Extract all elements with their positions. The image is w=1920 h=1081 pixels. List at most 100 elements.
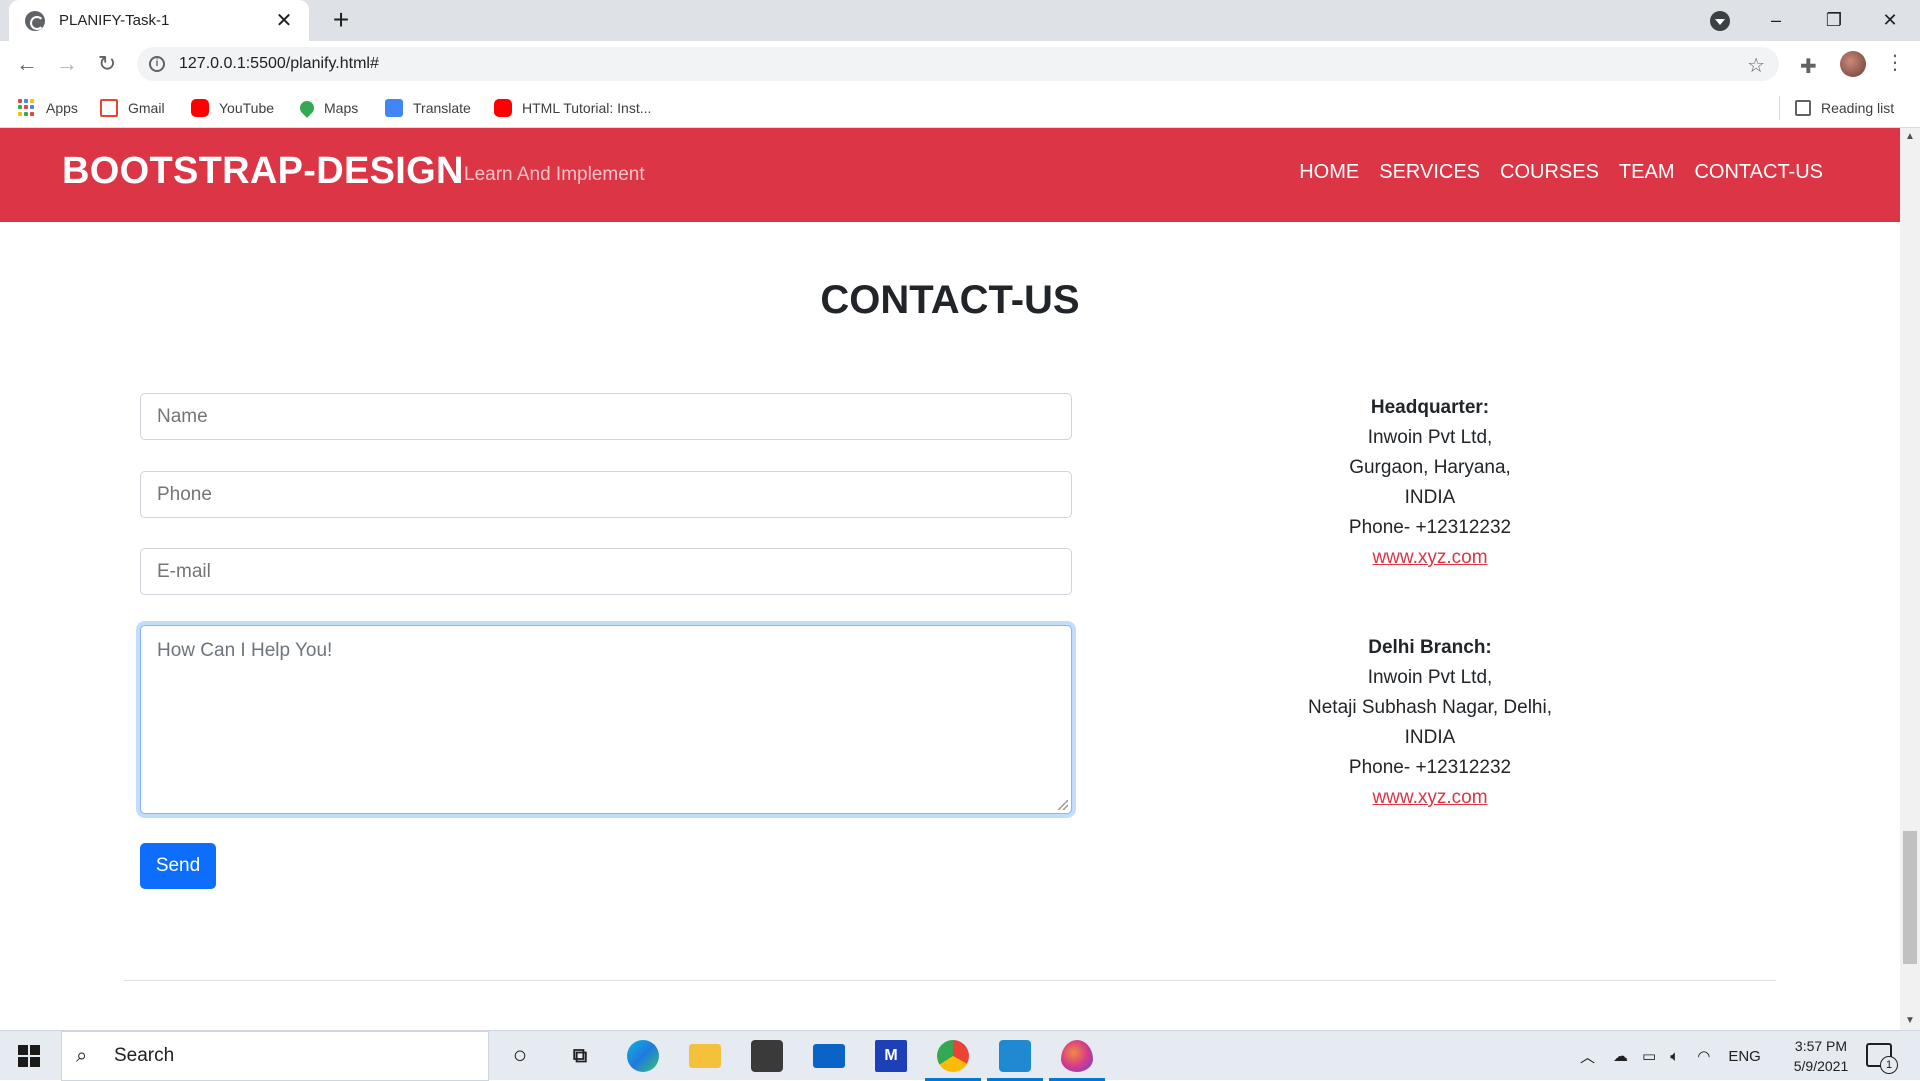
vscode-icon[interactable] — [999, 1040, 1031, 1072]
resize-handle-icon[interactable] — [1058, 800, 1068, 810]
address-line: INDIA — [1404, 487, 1456, 508]
paint-3d-icon[interactable] — [1061, 1040, 1093, 1072]
bookmark-translate[interactable]: Translate — [385, 87, 471, 128]
address-line: INDIA — [1404, 727, 1456, 748]
chrome-icon[interactable] — [937, 1040, 969, 1072]
bookmarks-bar: Apps Gmail YouTube Maps Translate HTML T… — [0, 87, 1920, 128]
browser-tab[interactable]: PLANIFY-Task-1 ✕ — [9, 0, 309, 41]
office-heading: Delhi Branch: — [1368, 637, 1492, 658]
editor-app-icon[interactable]: M — [875, 1040, 907, 1072]
page-scrollbar[interactable]: ▲ ▼ — [1900, 128, 1920, 1030]
bookmark-label: Apps — [46, 99, 78, 116]
section-divider — [124, 980, 1776, 981]
message-placeholder: How Can I Help You! — [157, 640, 333, 661]
mail-icon[interactable] — [813, 1044, 845, 1068]
reading-list-button[interactable]: Reading list — [1795, 87, 1894, 128]
bookmark-label: Translate — [413, 99, 471, 116]
bookmarks-divider — [1779, 96, 1780, 120]
site-brand[interactable]: BOOTSTRAP-DESIGN — [62, 150, 464, 193]
address-line: Inwoin Pvt Ltd, — [1367, 427, 1493, 448]
language-indicator[interactable]: ENG — [1728, 1048, 1761, 1065]
restore-button[interactable]: ❐ — [1806, 0, 1862, 41]
file-explorer-icon[interactable] — [689, 1044, 721, 1068]
translate-icon — [385, 98, 403, 117]
microsoft-store-icon[interactable] — [751, 1040, 783, 1072]
bookmark-label: Maps — [324, 99, 359, 116]
taskbar-search-box[interactable]: ⌕ Search — [61, 1031, 489, 1081]
battery-icon[interactable]: ▭ — [1642, 1047, 1656, 1065]
wifi-icon[interactable]: ◠ — [1697, 1047, 1710, 1065]
new-tab-button[interactable]: + — [324, 4, 358, 38]
back-arrow-icon[interactable]: ← — [10, 47, 44, 81]
nav-link-services[interactable]: SERVICES — [1379, 161, 1480, 184]
section-title: CONTACT-US — [820, 278, 1080, 322]
cortana-icon[interactable]: ○ — [504, 1040, 536, 1072]
tab-strip: PLANIFY-Task-1 ✕ + – ❐ ✕ — [0, 0, 1920, 41]
phone-line: Phone- +12312232 — [1348, 757, 1512, 778]
minimize-button[interactable]: – — [1748, 0, 1804, 41]
office-heading: Headquarter: — [1370, 397, 1490, 418]
bookmark-maps[interactable]: Maps — [297, 87, 359, 128]
extensions-puzzle-icon[interactable]: ✚ — [1800, 54, 1817, 79]
reload-icon[interactable]: ↻ — [90, 47, 124, 81]
phone-input[interactable] — [140, 471, 1072, 518]
bookmark-label: Gmail — [128, 99, 165, 116]
taskbar-search-label: Search — [114, 1045, 175, 1066]
tab-close-icon[interactable]: ✕ — [273, 8, 295, 33]
bookmark-apps[interactable]: Apps — [18, 87, 78, 128]
phone-line: Phone- +12312232 — [1348, 517, 1512, 538]
windows-taskbar: ⌕ Search ○ ⧉ M ︿ ☁ ▭ 🔈︎ ◠ ENG 3:57 PM 5/… — [0, 1030, 1920, 1081]
taskbar-clock[interactable]: 3:57 PM 5/9/2021 — [1776, 1036, 1866, 1076]
reading-list-label: Reading list — [1821, 99, 1895, 116]
website-link[interactable]: www.xyz.com — [1372, 547, 1487, 568]
profile-avatar[interactable] — [1840, 51, 1866, 77]
more-menu-icon[interactable]: ⋮ — [1885, 50, 1905, 76]
gmail-icon — [100, 98, 118, 117]
onedrive-cloud-icon[interactable]: ☁ — [1613, 1047, 1628, 1065]
bookmark-youtube[interactable]: YouTube — [191, 87, 274, 128]
maps-icon — [297, 97, 317, 118]
nav-link-team[interactable]: TEAM — [1619, 161, 1675, 184]
chevron-up-icon[interactable]: ︿ — [1580, 1046, 1595, 1067]
system-tray: ︿ ☁ ▭ 🔈︎ ◠ ENG — [1580, 1031, 1761, 1081]
youtube-icon — [191, 98, 209, 117]
clock-date: 5/9/2021 — [1793, 1058, 1849, 1074]
headquarter-address: Headquarter: Inwoin Pvt Ltd, Gurgaon, Ha… — [1230, 393, 1630, 573]
website-link[interactable]: www.xyz.com — [1372, 787, 1487, 808]
message-textarea[interactable]: How Can I Help You! — [140, 625, 1072, 814]
nav-link-courses[interactable]: COURSES — [1500, 161, 1599, 184]
bookmark-html-tutorial[interactable]: HTML Tutorial: Inst... — [494, 87, 651, 128]
tab-search-icon[interactable] — [1710, 11, 1730, 31]
bookmark-gmail[interactable]: Gmail — [100, 87, 165, 128]
name-input[interactable] — [140, 393, 1072, 440]
windows-start-icon[interactable] — [18, 1045, 40, 1067]
search-icon: ⌕ — [76, 1044, 88, 1067]
browser-toolbar: ← → ↻ i 127.0.0.1:5500/planify.html# ☆ ✚… — [0, 41, 1920, 87]
bookmark-label: YouTube — [219, 99, 275, 116]
url-text[interactable]: 127.0.0.1:5500/planify.html# — [179, 55, 379, 73]
send-button[interactable]: Send — [140, 843, 216, 889]
scrollbar-thumb[interactable] — [1903, 831, 1917, 964]
forward-arrow-icon[interactable]: → — [50, 47, 84, 81]
bookmark-star-icon[interactable]: ☆ — [1747, 53, 1765, 78]
scroll-down-arrow-icon[interactable]: ▼ — [1900, 1012, 1920, 1030]
nav-link-contact-us[interactable]: CONTACT-US — [1694, 161, 1823, 184]
bookmark-label: HTML Tutorial: Inst... — [522, 99, 652, 116]
apps-grid-icon — [18, 98, 36, 117]
edge-browser-icon[interactable] — [627, 1040, 659, 1072]
close-window-button[interactable]: ✕ — [1862, 0, 1918, 41]
volume-icon[interactable]: 🔈︎ — [1670, 1048, 1679, 1065]
notification-count-badge: 1 — [1880, 1056, 1898, 1074]
youtube-icon — [494, 98, 512, 117]
site-tagline: Learn And Implement — [464, 164, 645, 185]
nav-links: HOME SERVICES COURSES TEAM CONTACT-US — [1299, 161, 1823, 184]
info-icon[interactable]: i — [149, 56, 165, 72]
address-bar[interactable]: i 127.0.0.1:5500/planify.html# ☆ — [137, 47, 1779, 81]
nav-link-home[interactable]: HOME — [1299, 161, 1359, 184]
site-navbar: BOOTSTRAP-DESIGN Learn And Implement HOM… — [0, 128, 1900, 222]
email-input[interactable] — [140, 548, 1072, 595]
task-view-icon[interactable]: ⧉ — [564, 1040, 596, 1072]
delhi-branch-address: Delhi Branch: Inwoin Pvt Ltd, Netaji Sub… — [1230, 633, 1630, 813]
address-line: Inwoin Pvt Ltd, — [1367, 667, 1493, 688]
scroll-up-arrow-icon[interactable]: ▲ — [1900, 128, 1920, 146]
